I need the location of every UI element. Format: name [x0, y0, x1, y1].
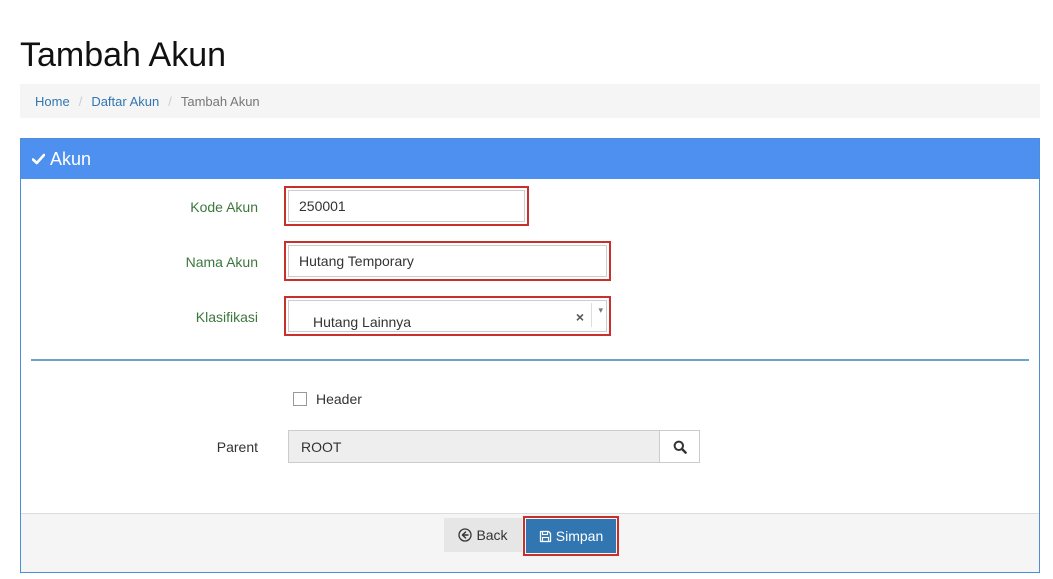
klasifikasi-label: Klasifikasi [195, 309, 258, 325]
parent-label: Parent [216, 439, 258, 455]
header-checkbox[interactable] [293, 392, 307, 406]
kode-akun-highlight [284, 186, 529, 226]
breadcrumb-separator: / [168, 93, 172, 109]
save-button-highlight: Simpan [523, 516, 619, 556]
panel-footer: Back Simpan [21, 513, 1039, 572]
nama-akun-label: Nama Akun [185, 254, 258, 270]
clear-icon[interactable]: × [576, 309, 584, 325]
klasifikasi-selected-value: Hutang Lainnya [313, 314, 412, 330]
select-divider [591, 303, 592, 327]
save-button[interactable]: Simpan [526, 519, 616, 553]
kode-akun-input[interactable] [288, 190, 525, 222]
search-icon [673, 440, 687, 454]
back-button-label: Back [476, 527, 508, 543]
klasifikasi-highlight: Hutang Lainnya × ▾ [284, 296, 611, 336]
save-icon [539, 530, 551, 542]
page-title: Tambah Akun [20, 36, 227, 74]
breadcrumb-list-link[interactable]: Daftar Akun [91, 94, 159, 109]
panel-heading: Akun [21, 139, 1039, 179]
parent-search-button[interactable] [659, 430, 700, 463]
breadcrumb-current: Tambah Akun [180, 93, 260, 109]
breadcrumb: Home / Daftar Akun / Tambah Akun [20, 84, 1040, 118]
back-button[interactable]: Back [444, 518, 522, 552]
breadcrumb-home-link[interactable]: Home [35, 94, 70, 109]
section-divider [31, 359, 1029, 361]
account-panel: Akun Kode Akun Nama Akun Klasifikasi Hut… [20, 138, 1040, 573]
kode-akun-label: Kode Akun [190, 199, 258, 215]
klasifikasi-select[interactable]: Hutang Lainnya × ▾ [288, 300, 607, 332]
save-button-label: Simpan [555, 528, 604, 544]
check-icon [32, 153, 45, 165]
header-checkbox-label[interactable]: Header [316, 391, 362, 407]
nama-akun-highlight [284, 241, 611, 281]
breadcrumb-separator: / [78, 93, 83, 109]
arrow-circle-left-icon [458, 528, 473, 542]
chevron-down-icon[interactable]: ▾ [598, 305, 603, 316]
panel-title: Akun [50, 148, 92, 169]
parent-input[interactable] [288, 430, 660, 463]
nama-akun-input[interactable] [288, 245, 607, 277]
